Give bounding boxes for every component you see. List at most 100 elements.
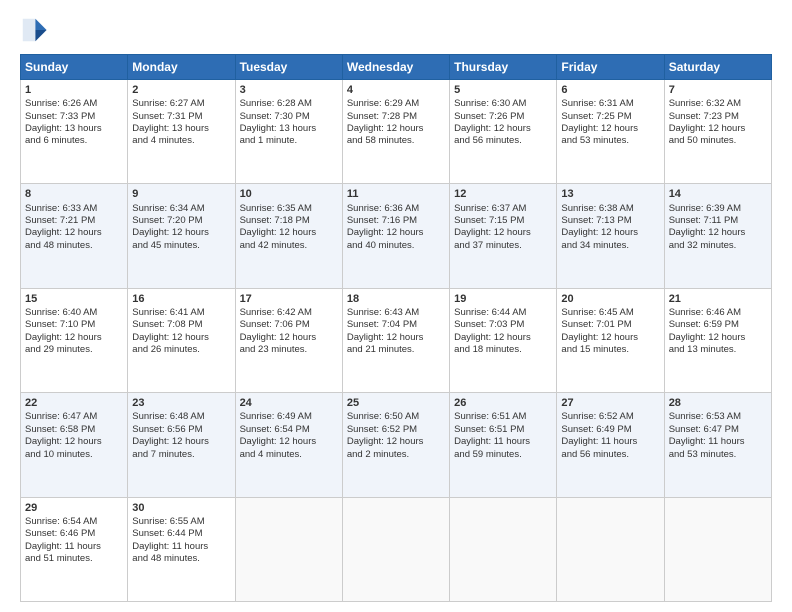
day-info-line: Sunrise: 6:29 AM bbox=[347, 98, 445, 110]
day-info-line: Daylight: 13 hours bbox=[25, 123, 123, 135]
day-info-line: Sunset: 7:08 PM bbox=[132, 319, 230, 331]
day-info-line: Daylight: 12 hours bbox=[454, 123, 552, 135]
day-info-line: Sunset: 7:25 PM bbox=[561, 111, 659, 123]
day-number: 17 bbox=[240, 292, 338, 306]
day-info-line: Sunrise: 6:46 AM bbox=[669, 307, 767, 319]
calendar-cell: 21Sunrise: 6:46 AMSunset: 6:59 PMDayligh… bbox=[664, 288, 771, 392]
day-info-line: and 50 minutes. bbox=[669, 135, 767, 147]
day-info-line: Sunrise: 6:49 AM bbox=[240, 411, 338, 423]
day-info-line: Sunrise: 6:42 AM bbox=[240, 307, 338, 319]
day-number: 9 bbox=[132, 187, 230, 201]
day-number: 27 bbox=[561, 396, 659, 410]
day-info-line: Daylight: 12 hours bbox=[347, 332, 445, 344]
day-info-line: Sunrise: 6:43 AM bbox=[347, 307, 445, 319]
day-info-line: and 51 minutes. bbox=[25, 553, 123, 565]
day-info-line: Sunrise: 6:35 AM bbox=[240, 203, 338, 215]
day-info-line: Sunset: 7:11 PM bbox=[669, 215, 767, 227]
day-info-line: Sunset: 7:20 PM bbox=[132, 215, 230, 227]
day-info-line: Sunrise: 6:30 AM bbox=[454, 98, 552, 110]
day-info-line: Sunset: 7:31 PM bbox=[132, 111, 230, 123]
day-info-line: and 4 minutes. bbox=[132, 135, 230, 147]
logo-icon bbox=[20, 16, 48, 44]
day-info-line: Sunrise: 6:33 AM bbox=[25, 203, 123, 215]
calendar-cell: 26Sunrise: 6:51 AMSunset: 6:51 PMDayligh… bbox=[450, 393, 557, 497]
calendar-cell: 22Sunrise: 6:47 AMSunset: 6:58 PMDayligh… bbox=[21, 393, 128, 497]
day-info-line: and 29 minutes. bbox=[25, 344, 123, 356]
day-info-line: Daylight: 13 hours bbox=[132, 123, 230, 135]
day-info-line: and 58 minutes. bbox=[347, 135, 445, 147]
day-number: 3 bbox=[240, 83, 338, 97]
day-info-line: and 18 minutes. bbox=[454, 344, 552, 356]
day-number: 23 bbox=[132, 396, 230, 410]
day-info-line: Daylight: 11 hours bbox=[454, 436, 552, 448]
calendar-cell: 29Sunrise: 6:54 AMSunset: 6:46 PMDayligh… bbox=[21, 497, 128, 601]
day-info-line: Sunset: 7:06 PM bbox=[240, 319, 338, 331]
calendar-header-sunday: Sunday bbox=[21, 55, 128, 80]
day-info-line: Sunrise: 6:31 AM bbox=[561, 98, 659, 110]
calendar-cell: 3Sunrise: 6:28 AMSunset: 7:30 PMDaylight… bbox=[235, 80, 342, 184]
day-info-line: Daylight: 13 hours bbox=[240, 123, 338, 135]
calendar-cell bbox=[664, 497, 771, 601]
day-info-line: Sunset: 7:18 PM bbox=[240, 215, 338, 227]
calendar-cell: 18Sunrise: 6:43 AMSunset: 7:04 PMDayligh… bbox=[342, 288, 449, 392]
calendar-cell: 15Sunrise: 6:40 AMSunset: 7:10 PMDayligh… bbox=[21, 288, 128, 392]
day-info-line: Sunset: 6:51 PM bbox=[454, 424, 552, 436]
day-number: 14 bbox=[669, 187, 767, 201]
day-info-line: Sunset: 7:21 PM bbox=[25, 215, 123, 227]
calendar-cell: 1Sunrise: 6:26 AMSunset: 7:33 PMDaylight… bbox=[21, 80, 128, 184]
day-number: 1 bbox=[25, 83, 123, 97]
day-info-line: Daylight: 12 hours bbox=[347, 227, 445, 239]
day-info-line: and 15 minutes. bbox=[561, 344, 659, 356]
day-info-line: Sunset: 7:10 PM bbox=[25, 319, 123, 331]
day-info-line: Daylight: 12 hours bbox=[240, 332, 338, 344]
day-info-line: and 48 minutes. bbox=[132, 553, 230, 565]
day-info-line: Daylight: 12 hours bbox=[240, 227, 338, 239]
day-info-line: and 32 minutes. bbox=[669, 240, 767, 252]
day-number: 11 bbox=[347, 187, 445, 201]
calendar-week-3: 15Sunrise: 6:40 AMSunset: 7:10 PM Dayligh… bbox=[21, 288, 772, 392]
day-number: 6 bbox=[561, 83, 659, 97]
day-number: 15 bbox=[25, 292, 123, 306]
day-number: 10 bbox=[240, 187, 338, 201]
day-info-line: and 10 minutes. bbox=[25, 449, 123, 461]
day-number: 7 bbox=[669, 83, 767, 97]
day-info-line: Daylight: 12 hours bbox=[347, 436, 445, 448]
day-info-line: Sunset: 7:33 PM bbox=[25, 111, 123, 123]
day-info-line: Sunrise: 6:40 AM bbox=[25, 307, 123, 319]
day-info-line: Sunrise: 6:39 AM bbox=[669, 203, 767, 215]
day-info-line: Sunset: 6:44 PM bbox=[132, 528, 230, 540]
day-info-line: Daylight: 12 hours bbox=[561, 227, 659, 239]
day-info-line: Daylight: 12 hours bbox=[454, 332, 552, 344]
calendar-cell: 17Sunrise: 6:42 AMSunset: 7:06 PMDayligh… bbox=[235, 288, 342, 392]
day-info-line: and 13 minutes. bbox=[669, 344, 767, 356]
day-number: 30 bbox=[132, 501, 230, 515]
calendar-week-4: 22Sunrise: 6:47 AMSunset: 6:58 PMDayligh… bbox=[21, 393, 772, 497]
calendar-cell bbox=[235, 497, 342, 601]
day-info-line: Daylight: 11 hours bbox=[561, 436, 659, 448]
calendar-header-monday: Monday bbox=[128, 55, 235, 80]
day-info-line: Sunrise: 6:37 AM bbox=[454, 203, 552, 215]
day-info-line: Sunset: 6:46 PM bbox=[25, 528, 123, 540]
day-info-line: Daylight: 12 hours bbox=[454, 227, 552, 239]
day-info-line: Sunset: 6:49 PM bbox=[561, 424, 659, 436]
day-number: 25 bbox=[347, 396, 445, 410]
day-info-line: Sunrise: 6:50 AM bbox=[347, 411, 445, 423]
day-number: 20 bbox=[561, 292, 659, 306]
day-info-line: Sunrise: 6:48 AM bbox=[132, 411, 230, 423]
calendar-cell: 10 Sunrise: 6:35 AMSunset: 7:18 PMDayligh… bbox=[235, 184, 342, 288]
day-number: 16 bbox=[132, 292, 230, 306]
calendar-week-5: 29Sunrise: 6:54 AMSunset: 6:46 PMDayligh… bbox=[21, 497, 772, 601]
day-info-line: and 59 minutes. bbox=[454, 449, 552, 461]
day-number: 13 bbox=[561, 187, 659, 201]
day-info-line: Sunrise: 6:47 AM bbox=[25, 411, 123, 423]
calendar-cell bbox=[557, 497, 664, 601]
day-info-line: Sunset: 7:15 PM bbox=[454, 215, 552, 227]
day-info-line: Sunset: 6:54 PM bbox=[240, 424, 338, 436]
calendar-header-saturday: Saturday bbox=[664, 55, 771, 80]
day-info-line: and 53 minutes. bbox=[561, 135, 659, 147]
day-info-line: Sunset: 6:52 PM bbox=[347, 424, 445, 436]
day-info-line: and 53 minutes. bbox=[669, 449, 767, 461]
day-number: 18 bbox=[347, 292, 445, 306]
day-info-line: Daylight: 12 hours bbox=[347, 123, 445, 135]
day-info-line: and 4 minutes. bbox=[240, 449, 338, 461]
